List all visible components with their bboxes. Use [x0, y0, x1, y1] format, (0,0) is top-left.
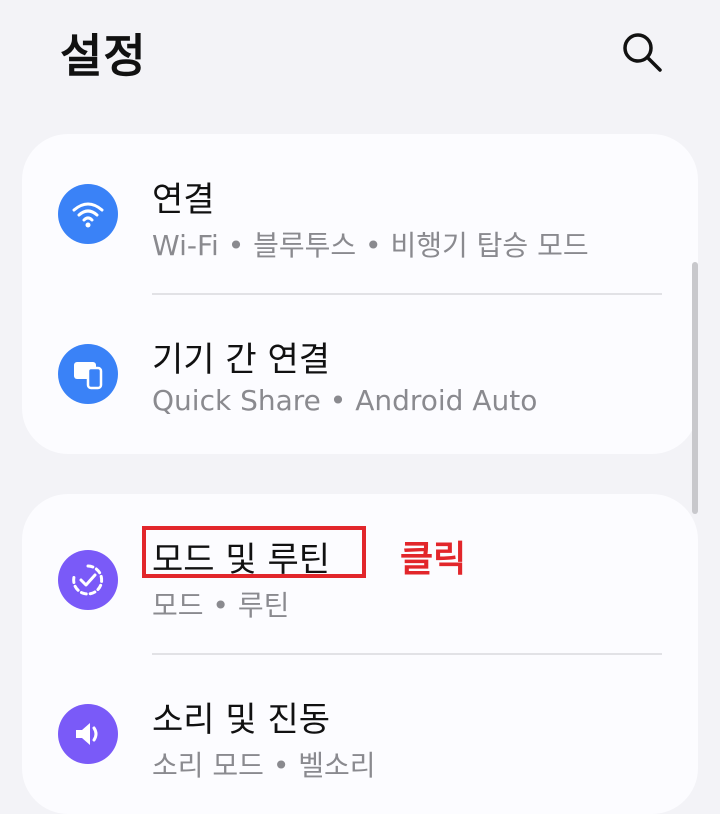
device-connection-icon: [58, 344, 118, 404]
item-subtitle: 모드 • 루틴: [152, 589, 290, 622]
item-subtitle: Quick Share • Android Auto: [152, 384, 538, 417]
modes-routines-icon: [58, 550, 118, 610]
item-title: 소리 및 진동: [152, 700, 331, 740]
item-title: 기기 간 연결: [152, 340, 331, 380]
item-subtitle: Wi-Fi • 블루투스 • 비행기 탑승 모드: [152, 229, 589, 262]
settings-item-device-connection[interactable]: 기기 간 연결 Quick Share • Android Auto: [22, 294, 698, 454]
settings-group-connections: 연결 Wi-Fi • 블루투스 • 비행기 탑승 모드 기기 간 연결 Quic…: [22, 134, 698, 454]
scrollbar[interactable]: [692, 262, 698, 514]
settings-item-connections[interactable]: 연결 Wi-Fi • 블루투스 • 비행기 탑승 모드: [22, 134, 698, 294]
item-subtitle: 소리 모드 • 벨소리: [152, 749, 376, 782]
page-title: 설정: [60, 29, 147, 83]
sound-icon: [58, 704, 118, 764]
highlight-box: [142, 526, 366, 578]
click-annotation: 클릭: [400, 539, 467, 580]
search-icon[interactable]: [618, 28, 666, 76]
wifi-icon: [58, 184, 118, 244]
settings-item-sound-vibration[interactable]: 소리 및 진동 소리 모드 • 벨소리: [22, 654, 698, 814]
item-title: 연결: [152, 180, 215, 220]
